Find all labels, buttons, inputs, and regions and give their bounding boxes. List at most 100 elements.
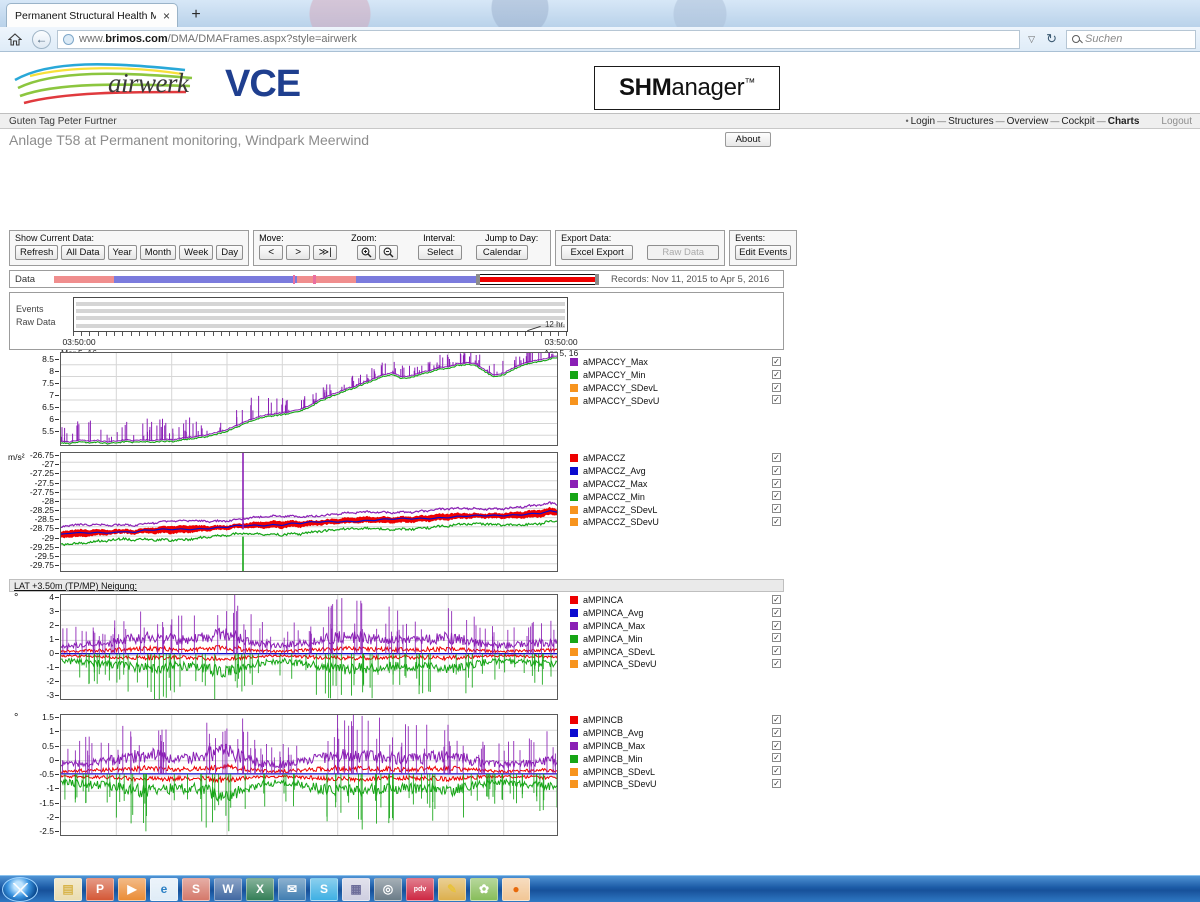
edit-events-button[interactable]: Edit Events [735, 245, 792, 260]
legend-item[interactable]: aMPACCY_Max [570, 356, 659, 369]
mail-icon[interactable]: ◎ [374, 877, 402, 901]
legend-checkbox[interactable]: ✓ [772, 517, 781, 526]
back-button[interactable]: ← [32, 29, 51, 49]
home-icon[interactable] [4, 29, 26, 50]
word-icon[interactable]: W [214, 877, 242, 901]
legend-checkbox[interactable]: ✓ [772, 766, 781, 776]
legend-checkbox[interactable]: ✓ [772, 753, 781, 763]
outlook-icon[interactable]: ✉ [278, 877, 306, 901]
legend-item[interactable]: aMPACCZ [570, 452, 659, 465]
chart-plot-area[interactable] [60, 714, 558, 836]
close-icon[interactable]: × [160, 10, 173, 22]
week-button[interactable]: Week [179, 245, 214, 260]
browser-tab[interactable]: Permanent Structural Health M... × [6, 3, 178, 27]
legend-checkbox[interactable]: ✓ [772, 478, 781, 488]
year-button[interactable]: Year [107, 245, 137, 260]
chart-plot-area[interactable] [60, 452, 558, 572]
legend-item[interactable]: aMPACCZ_SDevL [570, 503, 659, 516]
about-button[interactable]: About [725, 132, 771, 147]
snipping-tool-icon[interactable]: ✎ [438, 877, 466, 901]
legend-item[interactable]: aMPINCB_Avg [570, 727, 657, 740]
chart-plot-area[interactable] [60, 594, 558, 700]
legend-checkbox[interactable]: ✓ [772, 659, 781, 668]
legend-checkbox[interactable]: ✓ [772, 465, 781, 475]
chart-plot-area[interactable] [60, 352, 558, 446]
nav-link-structures[interactable]: Structures [948, 116, 994, 127]
internet-explorer-icon[interactable]: e [150, 877, 178, 901]
events-timeline[interactable]: 12 hr. [73, 297, 568, 332]
day-button[interactable]: Day [216, 245, 244, 260]
legend-item[interactable]: aMPINCA_SDevL [570, 645, 657, 658]
nav-link-charts[interactable]: Charts [1108, 116, 1140, 127]
garden-icon[interactable]: ✿ [470, 877, 498, 901]
legend-checkbox[interactable]: ✓ [772, 620, 781, 630]
legend-item[interactable]: aMPINCB_Min [570, 752, 657, 765]
legend-item[interactable]: aMPINCA_SDevU [570, 658, 657, 671]
month-button[interactable]: Month [139, 245, 177, 260]
logout-link[interactable]: Logout [1161, 116, 1192, 127]
photoshop-icon[interactable]: S [182, 877, 210, 901]
start-orb-icon[interactable] [2, 876, 38, 902]
slider-handle[interactable] [476, 273, 599, 285]
move-end-button[interactable]: ≫| [313, 245, 338, 260]
legend-item[interactable]: aMPINCA_Max [570, 620, 657, 633]
app-icon[interactable]: ▦ [342, 877, 370, 901]
refresh-button[interactable]: Refresh [15, 245, 59, 260]
interval-select-button[interactable]: Select [418, 245, 463, 260]
all-data-button[interactable]: All Data [61, 245, 105, 260]
legend-checkbox[interactable]: ✓ [772, 382, 781, 392]
legend-checkbox[interactable]: ✓ [772, 453, 781, 462]
legend-checkbox[interactable]: ✓ [772, 504, 781, 514]
legend-checkbox[interactable]: ✓ [772, 595, 781, 604]
data-range-slider[interactable] [54, 273, 600, 285]
zoom-in-icon[interactable] [357, 245, 377, 260]
slider-grip-left[interactable] [476, 273, 481, 285]
legend-checkbox[interactable]: ✓ [772, 395, 781, 405]
pdv-icon[interactable]: pdv [406, 877, 434, 901]
legend-checkbox[interactable]: ✓ [772, 633, 781, 643]
legend-item[interactable]: aMPINCA_Avg [570, 607, 657, 620]
legend-item[interactable]: aMPACCZ_SDevU [570, 516, 659, 529]
legend-item[interactable]: aMPINCB_SDevL [570, 765, 657, 778]
calendar-button[interactable]: Calendar [476, 245, 529, 260]
legend-checkbox[interactable]: ✓ [772, 646, 781, 656]
nav-link-login[interactable]: Login [911, 116, 935, 127]
legend-item[interactable]: aMPINCB_Max [570, 740, 657, 753]
search-box[interactable]: Suchen [1066, 29, 1196, 49]
legend-checkbox[interactable]: ✓ [772, 357, 781, 366]
move-back-button[interactable]: < [259, 245, 284, 260]
legend-checkbox[interactable]: ✓ [772, 779, 781, 788]
legend-item[interactable]: aMPINCB [570, 714, 657, 727]
legend-item[interactable]: aMPINCA [570, 594, 657, 607]
folder-icon[interactable]: ▤ [54, 877, 82, 901]
powerpoint-icon[interactable]: P [86, 877, 114, 901]
legend-checkbox[interactable]: ✓ [772, 369, 781, 379]
legend-checkbox[interactable]: ✓ [772, 715, 781, 724]
skype-icon[interactable]: S [310, 877, 338, 901]
media-player-icon[interactable]: ▶ [118, 877, 146, 901]
zoom-out-icon[interactable] [379, 245, 399, 260]
url-bar[interactable]: www.brimos.com/DMA/DMAFrames.aspx?style=… [57, 29, 1021, 49]
legend-item[interactable]: aMPINCA_Min [570, 632, 657, 645]
reload-icon[interactable]: ↻ [1043, 31, 1060, 47]
nav-link-cockpit[interactable]: Cockpit [1061, 116, 1094, 127]
nav-link-overview[interactable]: Overview [1007, 116, 1049, 127]
excel-export-button[interactable]: Excel Export [561, 245, 634, 260]
firefox-icon[interactable]: ● [502, 877, 530, 901]
slider-grip-right[interactable] [595, 273, 600, 285]
legend-item[interactable]: aMPACCY_Min [570, 369, 659, 382]
chevron-down-icon[interactable]: ▽ [1026, 34, 1037, 45]
legend-checkbox[interactable]: ✓ [772, 740, 781, 750]
legend-item[interactable]: aMPACCZ_Avg [570, 465, 659, 478]
excel-icon[interactable]: X [246, 877, 274, 901]
new-tab-icon[interactable]: + [186, 6, 206, 24]
legend-checkbox[interactable]: ✓ [772, 727, 781, 737]
legend-item[interactable]: aMPINCB_SDevU [570, 778, 657, 791]
move-forward-button[interactable]: > [286, 245, 311, 260]
legend-checkbox[interactable]: ✓ [772, 491, 781, 501]
legend-item[interactable]: aMPACCZ_Max [570, 478, 659, 491]
legend-item[interactable]: aMPACCY_SDevL [570, 382, 659, 395]
legend-item[interactable]: aMPACCY_SDevU [570, 394, 659, 407]
legend-item[interactable]: aMPACCZ_Min [570, 490, 659, 503]
legend-checkbox[interactable]: ✓ [772, 607, 781, 617]
